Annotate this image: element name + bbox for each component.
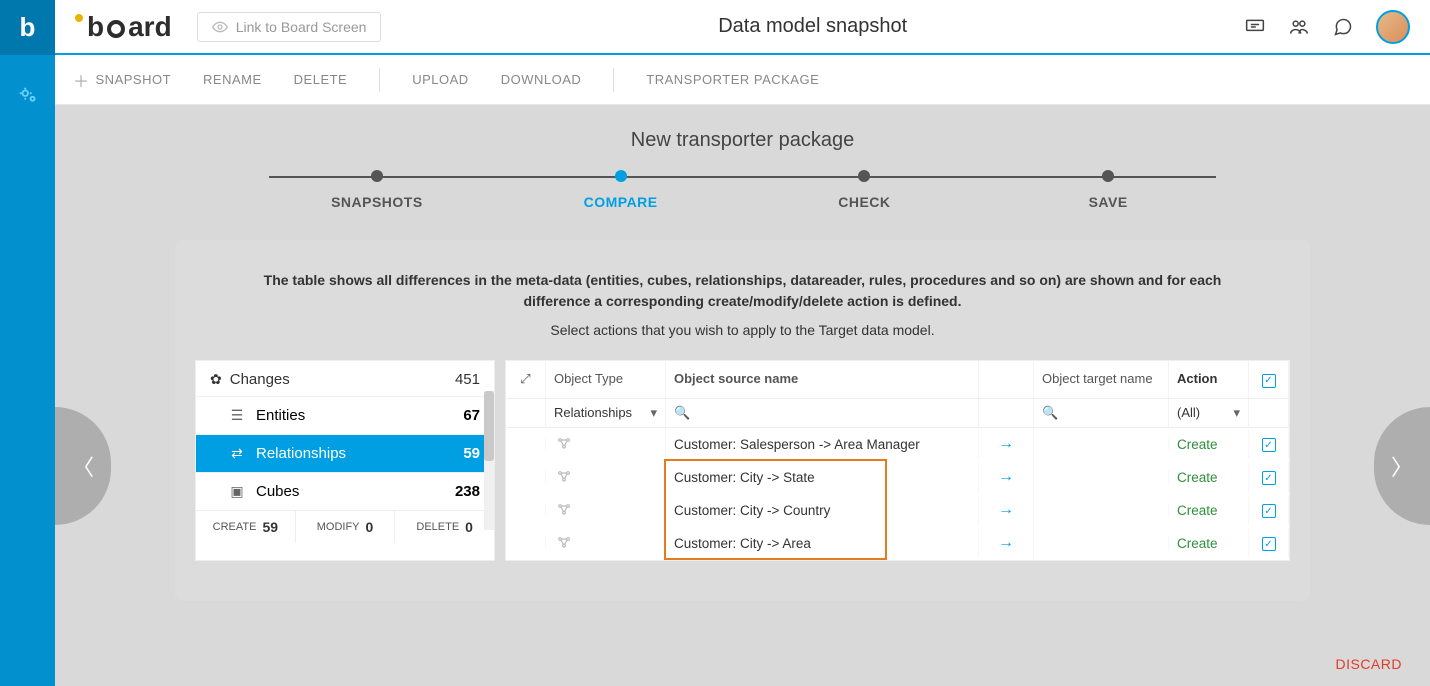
link-to-board-label: Link to Board Screen [236,19,367,35]
arrow-icon: → [979,527,1034,559]
source-name: Customer: City -> Area [666,529,979,558]
modify-count: MODIFY0 [296,511,396,543]
brand-logo: bard [75,11,172,43]
delete-count: DELETE0 [395,511,494,543]
relationship-type-icon [546,495,666,525]
expand-header[interactable]: ⤢ [506,361,546,398]
table-row[interactable]: Customer: Salesperson -> Area Manager→ Cr… [506,428,1289,461]
step-check[interactable]: CHECK [743,194,987,210]
canvas: New transporter package SNAPSHOTS COMPAR… [55,105,1430,686]
relationship-type-icon [546,462,666,492]
table-row[interactable]: Customer: City -> Country→ Create✓ [506,494,1289,527]
arrow-icon: → [979,428,1034,460]
row-checkbox[interactable]: ✓ [1249,462,1289,493]
create-count: CREATE59 [196,511,296,543]
row-checkbox[interactable]: ✓ [1249,495,1289,526]
changes-sidebar: ✿ Changes 451 ☰Entities 67 ⇄Relationships… [195,360,495,561]
search-icon: 🔍 [674,405,690,421]
app-logo-icon[interactable]: b [0,0,55,55]
arrow-icon: → [979,461,1034,493]
toolbar-divider [379,68,380,92]
diff-table: ⤢ Object Type Object source name Object … [505,360,1290,561]
intro-text: The table shows all differences in the m… [233,270,1253,312]
page-title: Data model snapshot [381,15,1244,38]
search-icon: 🔍 [1042,405,1058,421]
target-name [1034,536,1169,550]
delete-button[interactable]: DELETE [294,72,348,87]
target-name [1034,503,1169,517]
step-save[interactable]: SAVE [986,194,1230,210]
target-name [1034,437,1169,451]
rename-button[interactable]: RENAME [203,72,262,87]
stepper: SNAPSHOTS COMPARE CHECK SAVE [255,170,1230,210]
relationships-icon: ⇄ [226,445,248,462]
col-object-type[interactable]: Object Type [546,361,666,398]
sidebar-item-cubes[interactable]: ▣Cubes 238 [196,472,494,510]
discard-button[interactable]: DISCARD [1335,656,1402,672]
changes-title: Changes [230,371,290,388]
arrow-icon: → [979,494,1034,526]
download-button[interactable]: DOWNLOAD [501,72,582,87]
action-toolbar: ＋ SNAPSHOT RENAME DELETE UPLOAD DOWNLOAD… [55,55,1430,105]
filter-action[interactable]: (All)▾ [1169,399,1249,427]
gear-icon[interactable] [17,85,39,107]
upload-button[interactable]: UPLOAD [412,72,468,87]
sidebar-item-relationships[interactable]: ⇄Relationships 59 [196,434,494,472]
source-name: Customer: City -> State [666,463,979,492]
users-icon[interactable] [1288,17,1310,37]
table-row[interactable]: Customer: City -> State→ Create✓ [506,461,1289,494]
entities-icon: ☰ [226,407,248,424]
col-action[interactable]: Action [1169,361,1249,398]
eye-icon [212,19,228,35]
row-checkbox[interactable]: ✓ [1249,528,1289,559]
relationship-type-icon [546,429,666,459]
row-checkbox[interactable]: ✓ [1249,429,1289,460]
row-action: Create [1169,430,1249,459]
link-to-board-button[interactable]: Link to Board Screen [197,12,382,42]
col-select-all[interactable]: ✓ [1249,361,1289,398]
chevron-down-icon: ▾ [650,405,657,421]
col-source-name[interactable]: Object source name [666,361,979,398]
cubes-icon: ▣ [226,483,248,500]
plus-icon: ＋ [73,68,90,92]
next-arrow[interactable]: 〉 [1374,407,1430,525]
step-compare[interactable]: COMPARE [499,194,743,210]
top-bar: bard Link to Board Screen Data model sna… [55,0,1430,55]
target-name [1034,470,1169,484]
chat-icon[interactable] [1332,17,1354,37]
left-rail: b [0,0,55,686]
subintro-text: Select actions that you wish to apply to… [195,322,1290,338]
changes-icon: ✿ [210,371,222,387]
row-action: Create [1169,463,1249,492]
source-name: Customer: Salesperson -> Area Manager [666,430,979,459]
changes-total: 451 [455,371,480,388]
step-snapshots[interactable]: SNAPSHOTS [255,194,499,210]
avatar[interactable] [1376,10,1410,44]
presentation-icon[interactable] [1244,17,1266,37]
sidebar-scrollbar-thumb[interactable] [484,391,494,461]
filter-source-search[interactable]: 🔍 [666,399,979,427]
table-row[interactable]: Customer: City -> Area→ Create✓ [506,527,1289,560]
compare-panel: The table shows all differences in the m… [175,240,1310,601]
snapshot-label: SNAPSHOT [96,72,172,87]
section-title: New transporter package [55,105,1430,170]
snapshot-button[interactable]: ＋ SNAPSHOT [73,68,171,92]
col-target-name[interactable]: Object target name [1034,361,1169,398]
relationship-type-icon [546,528,666,558]
filter-target-search[interactable]: 🔍 [1034,399,1169,427]
sidebar-item-entities[interactable]: ☰Entities 67 [196,396,494,434]
source-name: Customer: City -> Country [666,496,979,525]
chevron-down-icon: ▾ [1233,405,1240,421]
prev-arrow[interactable]: 〈 [55,407,111,525]
toolbar-divider [613,68,614,92]
row-action: Create [1169,496,1249,525]
filter-object-type[interactable]: Relationships▾ [546,399,666,427]
row-action: Create [1169,529,1249,558]
transporter-package-button[interactable]: TRANSPORTER PACKAGE [646,72,819,87]
